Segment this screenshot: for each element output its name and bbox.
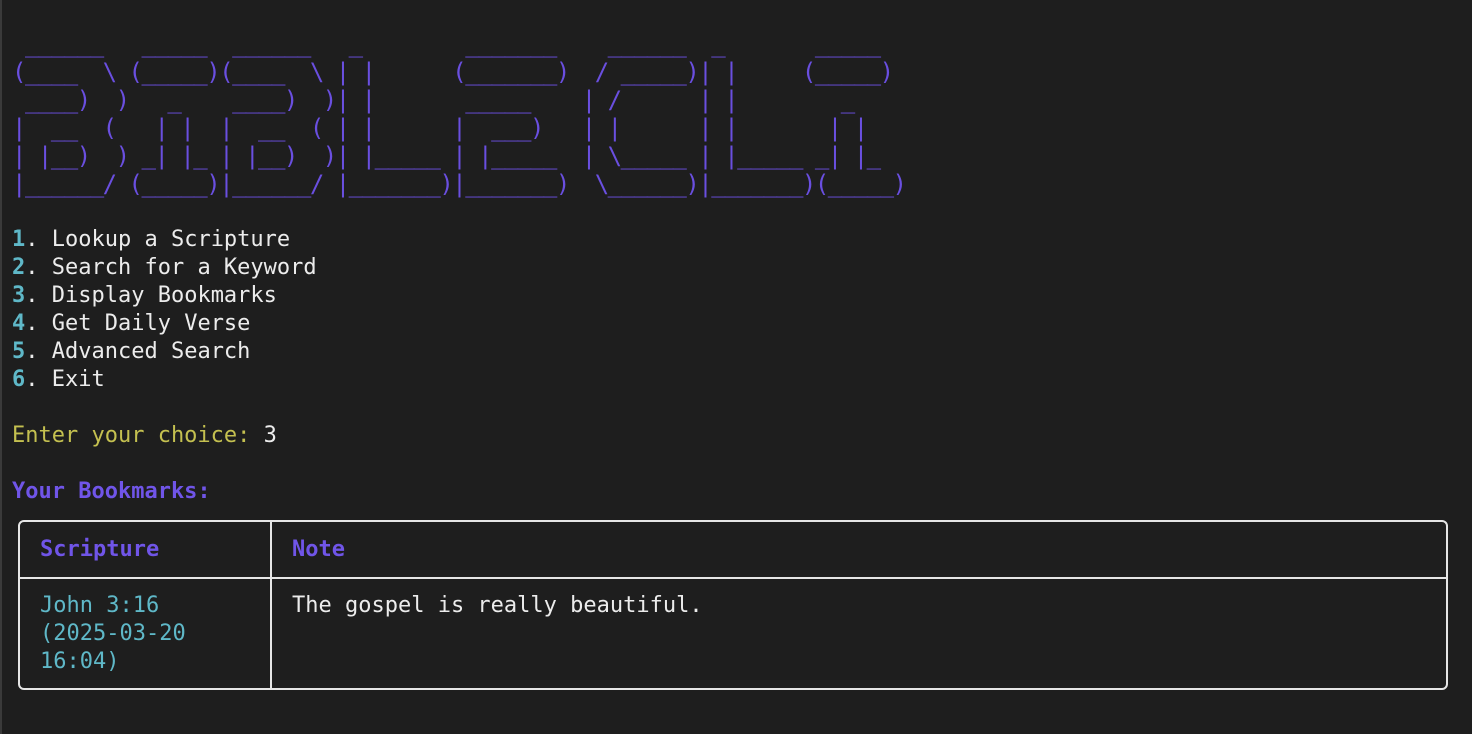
bible-cli-ascii-banner: ______ _____ ______ _ _______ ______ _ _… bbox=[12, 30, 907, 198]
table-column-divider bbox=[270, 522, 272, 688]
menu-item-number: 1 bbox=[12, 227, 26, 252]
menu-item-lookup-scripture: 1. Lookup a Scripture bbox=[12, 226, 317, 254]
banner-line: | __ ( | | | __ ( | | | ___) | | | | | | bbox=[12, 114, 868, 142]
menu-item-exit: 6. Exit bbox=[12, 366, 317, 394]
menu-item-number: 2 bbox=[12, 255, 26, 280]
banner-line: |______/ (_____)|______/ |_______)|_____… bbox=[12, 170, 907, 198]
menu-item-dot: . bbox=[25, 227, 52, 252]
bookmark-scripture-cell: John 3:16 (2025-03-20 16:04) bbox=[40, 593, 186, 674]
menu-item-dot: . bbox=[25, 283, 52, 308]
menu-item-search-keyword: 2. Search for a Keyword bbox=[12, 254, 317, 282]
banner-line: (____ \ (_____)(____ \ | | (_______) / _… bbox=[12, 58, 894, 86]
menu-item-label: Advanced Search bbox=[51, 339, 251, 364]
menu-item-display-bookmarks: 3. Display Bookmarks bbox=[12, 282, 317, 310]
table-header-divider bbox=[20, 577, 1446, 579]
choice-input-value[interactable]: 3 bbox=[264, 423, 277, 448]
menu-item-dot: . bbox=[25, 367, 52, 392]
menu-item-dot: . bbox=[25, 311, 52, 336]
banner-line: ____) ) _ ____) )| | _____ | / | | _ bbox=[24, 86, 855, 114]
menu-item-dot: . bbox=[25, 255, 52, 280]
menu-item-daily-verse: 4. Get Daily Verse bbox=[12, 310, 317, 338]
choice-prompt[interactable]: Enter your choice: 3 bbox=[12, 422, 277, 450]
column-header-scripture: Scripture bbox=[40, 537, 160, 562]
choice-prompt-label: Enter your choice: bbox=[12, 423, 264, 448]
menu-item-number: 5 bbox=[12, 339, 26, 364]
banner-line: | |__) ) _| |_ | |__) )| |_____ | |_____… bbox=[12, 142, 881, 170]
menu-item-label: Search for a Keyword bbox=[51, 255, 317, 280]
menu-item-number: 4 bbox=[12, 311, 26, 336]
bookmarks-heading: Your Bookmarks: bbox=[12, 479, 211, 504]
menu-item-label: Display Bookmarks bbox=[51, 283, 277, 308]
bookmark-note-cell: The gospel is really beautiful. bbox=[292, 593, 703, 618]
menu-item-dot: . bbox=[25, 339, 52, 364]
banner-line: ______ _____ ______ _ _______ ______ _ _… bbox=[24, 30, 881, 58]
terminal-window: ______ _____ ______ _ _______ ______ _ _… bbox=[0, 0, 1472, 734]
menu-item-advanced-search: 5. Advanced Search bbox=[12, 338, 317, 366]
main-menu: 1. Lookup a Scripture 2. Search for a Ke… bbox=[12, 226, 317, 394]
menu-item-label: Lookup a Scripture bbox=[51, 227, 291, 252]
menu-item-label: Exit bbox=[51, 367, 105, 392]
menu-item-number: 3 bbox=[12, 283, 26, 308]
menu-item-label: Get Daily Verse bbox=[51, 311, 251, 336]
column-header-note: Note bbox=[292, 537, 345, 562]
menu-item-number: 6 bbox=[12, 367, 26, 392]
bookmarks-table: Scripture Note John 3:16 (2025-03-20 16:… bbox=[18, 520, 1448, 690]
